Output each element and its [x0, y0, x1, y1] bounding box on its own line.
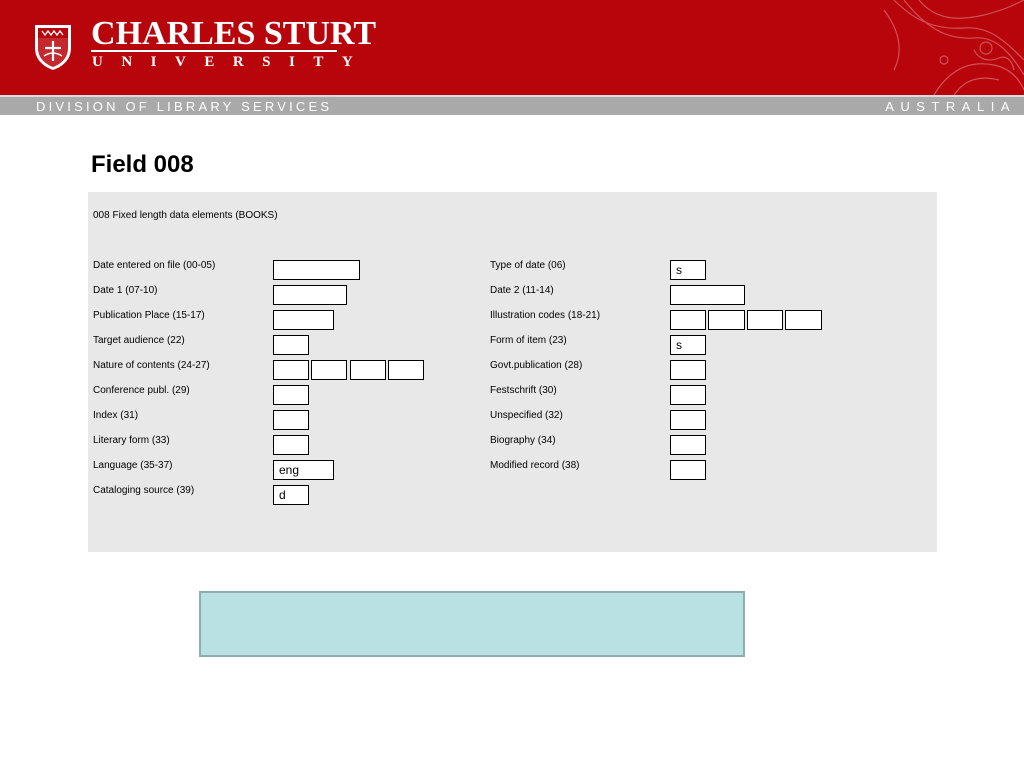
label-modified-record: Modified record (38)	[490, 460, 580, 471]
date-entered-field[interactable]	[273, 260, 360, 280]
title-divider	[91, 50, 337, 52]
type-of-date-field[interactable]: s	[670, 260, 706, 280]
university-crest-icon	[35, 25, 71, 70]
index-field[interactable]	[273, 410, 309, 430]
label-govt-publication: Govt.publication (28)	[490, 360, 583, 371]
publication-place-field[interactable]	[273, 310, 334, 330]
label-form-of-item: Form of item (23)	[490, 335, 567, 346]
label-illustration-codes: Illustration codes (18-21)	[490, 310, 601, 321]
nature-of-contents-field-2[interactable]	[311, 360, 347, 380]
form-of-item-field[interactable]: s	[670, 335, 706, 355]
label-type-of-date: Type of date (06)	[490, 260, 566, 271]
field-008-form: 008 Fixed length data elements (BOOKS) D…	[88, 192, 937, 552]
slide-page: CHARLES STURT UNIVERSITY DIVISION OF LIB…	[0, 0, 1024, 768]
label-biography: Biography (34)	[490, 435, 556, 446]
illustration-codes-field-1[interactable]	[670, 310, 706, 330]
blank-note-box	[199, 591, 745, 657]
date-2-field[interactable]	[670, 285, 745, 305]
label-literary-form: Literary form (33)	[93, 435, 170, 446]
label-date-2: Date 2 (11-14)	[490, 285, 554, 296]
university-banner: CHARLES STURT UNIVERSITY	[0, 0, 1024, 95]
label-index: Index (31)	[93, 410, 139, 421]
language-field[interactable]: eng	[273, 460, 334, 480]
label-cataloging-source: Cataloging source (39)	[93, 485, 195, 496]
form-heading: 008 Fixed length data elements (BOOKS)	[93, 210, 278, 221]
label-date-1: Date 1 (07-10)	[93, 285, 158, 296]
label-target-audience: Target audience (22)	[93, 335, 185, 346]
division-label: DIVISION OF LIBRARY SERVICES	[36, 99, 333, 114]
university-name: CHARLES STURT	[91, 15, 377, 52]
date-1-field[interactable]	[273, 285, 347, 305]
nature-of-contents-field-3[interactable]	[350, 360, 386, 380]
page-title: Field 008	[91, 151, 194, 178]
unspecified-field[interactable]	[670, 410, 706, 430]
nature-of-contents-field-4[interactable]	[388, 360, 424, 380]
label-unspecified: Unspecified (32)	[490, 410, 563, 421]
university-subtitle: UNIVERSITY	[92, 54, 372, 70]
literary-form-field[interactable]	[273, 435, 309, 455]
illustration-codes-field-4[interactable]	[785, 310, 822, 330]
label-publication-place: Publication Place (15-17)	[93, 310, 205, 321]
festschrift-field[interactable]	[670, 385, 706, 405]
decorative-artwork-icon	[883, 0, 1024, 95]
nature-of-contents-field-1[interactable]	[273, 360, 309, 380]
conference-publ-field[interactable]	[273, 385, 309, 405]
label-conference-publ: Conference publ. (29)	[93, 385, 190, 396]
target-audience-field[interactable]	[273, 335, 309, 355]
illustration-codes-field-3[interactable]	[747, 310, 783, 330]
label-nature-of-contents: Nature of contents (24-27)	[93, 360, 210, 371]
label-festschrift: Festschrift (30)	[490, 385, 557, 396]
govt-publication-field[interactable]	[670, 360, 706, 380]
country-label: AUSTRALIA	[885, 99, 1016, 114]
illustration-codes-field-2[interactable]	[708, 310, 745, 330]
division-strip: DIVISION OF LIBRARY SERVICES AUSTRALIA	[0, 95, 1024, 115]
cataloging-source-field[interactable]: d	[273, 485, 309, 505]
label-date-entered: Date entered on file (00-05)	[93, 260, 216, 271]
modified-record-field[interactable]	[670, 460, 706, 480]
label-language: Language (35-37)	[93, 460, 173, 471]
biography-field[interactable]	[670, 435, 706, 455]
